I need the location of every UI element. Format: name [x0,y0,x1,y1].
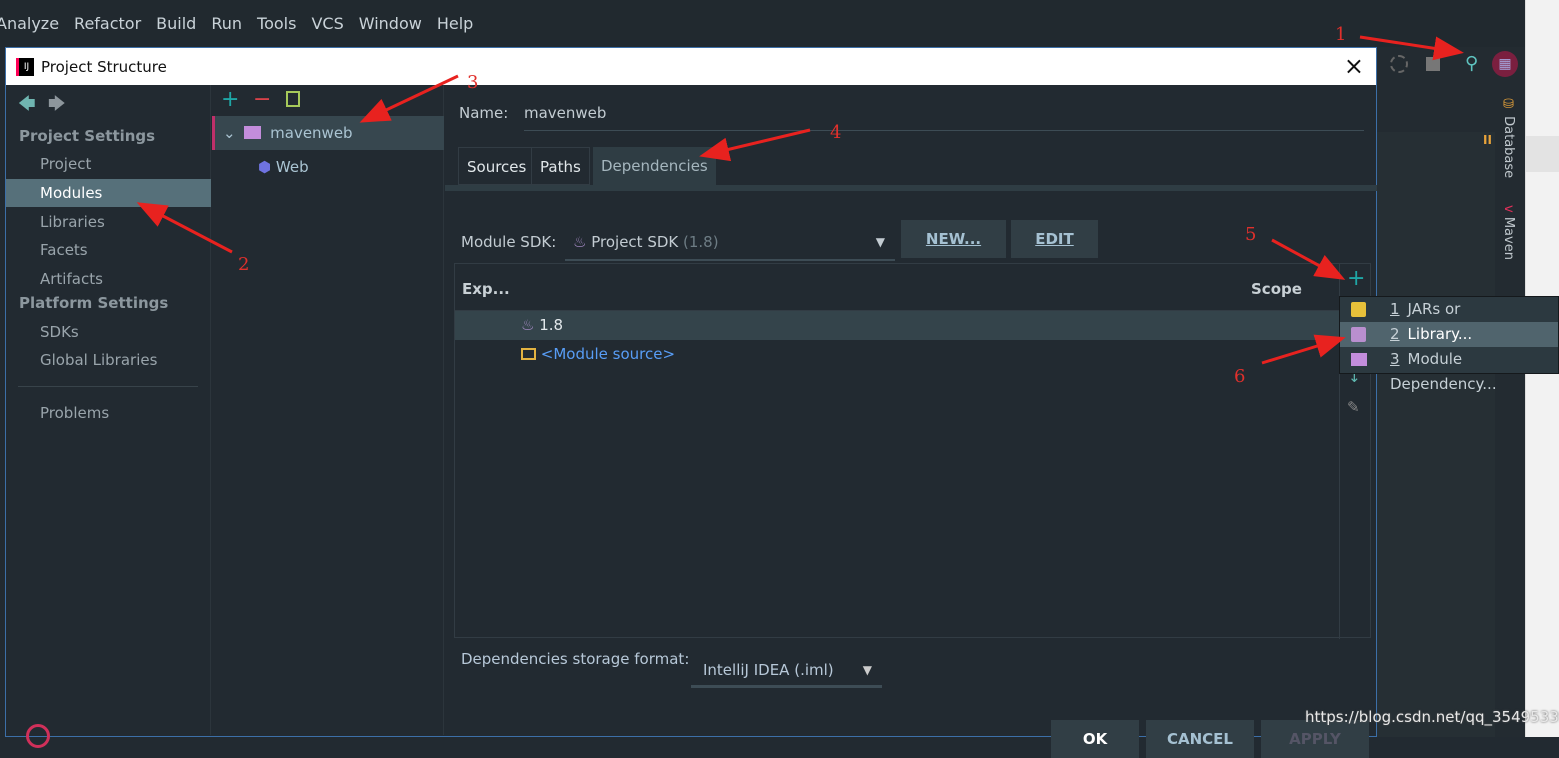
annotation-3: 3 [467,72,479,93]
annotation-2: 2 [238,254,250,275]
arrow-2 [136,202,233,254]
annotation-5: 5 [1245,224,1257,245]
annotation-4: 4 [830,122,842,143]
arrow-5 [1271,238,1346,280]
watermark: https://blog.csdn.net/qq_35495339 [1305,708,1559,726]
arrow-1 [1359,35,1464,61]
arrow-4 [699,128,811,162]
annotation-6: 6 [1234,366,1246,387]
arrow-3 [359,74,459,123]
annotation-1: 1 [1335,24,1347,45]
arrow-6 [1261,334,1346,365]
annotation-arrows [136,35,1464,365]
